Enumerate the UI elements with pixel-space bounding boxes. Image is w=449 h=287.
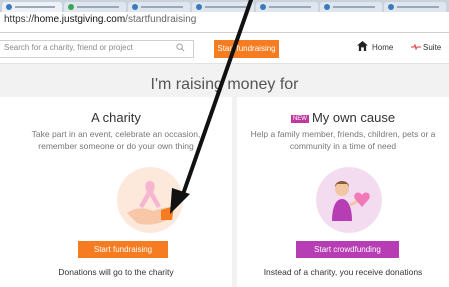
- suite-link[interactable]: Suite: [411, 43, 442, 52]
- browser-tab-strip: [0, 0, 449, 12]
- own-cause-title-text: My own cause: [311, 110, 396, 125]
- home-label: Home: [372, 43, 394, 52]
- own-cause-title: NEW My own cause: [237, 110, 449, 125]
- charity-card-footer: Donations will go to the charity: [58, 267, 174, 277]
- charity-card-title: A charity: [91, 110, 141, 125]
- search-input[interactable]: Search for a charity, friend or project: [0, 40, 194, 58]
- charity-card-description: Take part in an event, celebrate an occa…: [31, 129, 201, 151]
- suite-label: Suite: [423, 43, 442, 52]
- browser-tab[interactable]: [192, 2, 254, 12]
- own-cause-footer: Instead of a charity, you receive donati…: [263, 267, 423, 277]
- start-fundraising-button[interactable]: Start fundraising: [78, 241, 168, 258]
- new-badge: NEW: [290, 115, 309, 123]
- own-cause-card[interactable]: NEW My own cause Help a family member, fr…: [237, 97, 449, 287]
- home-icon: [357, 41, 368, 51]
- page-heading: I'm raising money for: [150, 76, 299, 93]
- own-cause-description: Help a family member, friends, children,…: [250, 129, 436, 151]
- url-prefix: https://: [4, 14, 35, 25]
- url-path: /startfundraising: [125, 14, 197, 25]
- browser-tab[interactable]: [256, 2, 318, 12]
- charity-card[interactable]: A charity Take part in an event, celebra…: [0, 97, 232, 287]
- pulse-icon: [411, 44, 421, 50]
- home-link[interactable]: Home: [357, 41, 394, 52]
- browser-tab[interactable]: [384, 2, 446, 12]
- person-heart-illustration: [316, 167, 382, 233]
- ribbon-hand-illustration: [117, 167, 183, 233]
- browser-tab[interactable]: [128, 2, 190, 12]
- url-host: home.justgiving.com: [34, 14, 126, 25]
- browser-tab[interactable]: [64, 2, 126, 12]
- header-start-fundraising-button[interactable]: Start fundraising: [214, 40, 279, 58]
- address-bar[interactable]: https://home.justgiving.com/startfundrai…: [0, 12, 449, 33]
- browser-tab[interactable]: [2, 2, 62, 12]
- site-header: Search for a charity, friend or project …: [0, 33, 449, 64]
- search-placeholder: Search for a charity, friend or project: [4, 43, 133, 52]
- start-crowdfunding-button[interactable]: Start crowdfunding: [296, 241, 399, 258]
- url-text[interactable]: https://home.justgiving.com/startfundrai…: [4, 14, 196, 25]
- search-icon[interactable]: [176, 43, 185, 52]
- browser-tab[interactable]: [320, 2, 382, 12]
